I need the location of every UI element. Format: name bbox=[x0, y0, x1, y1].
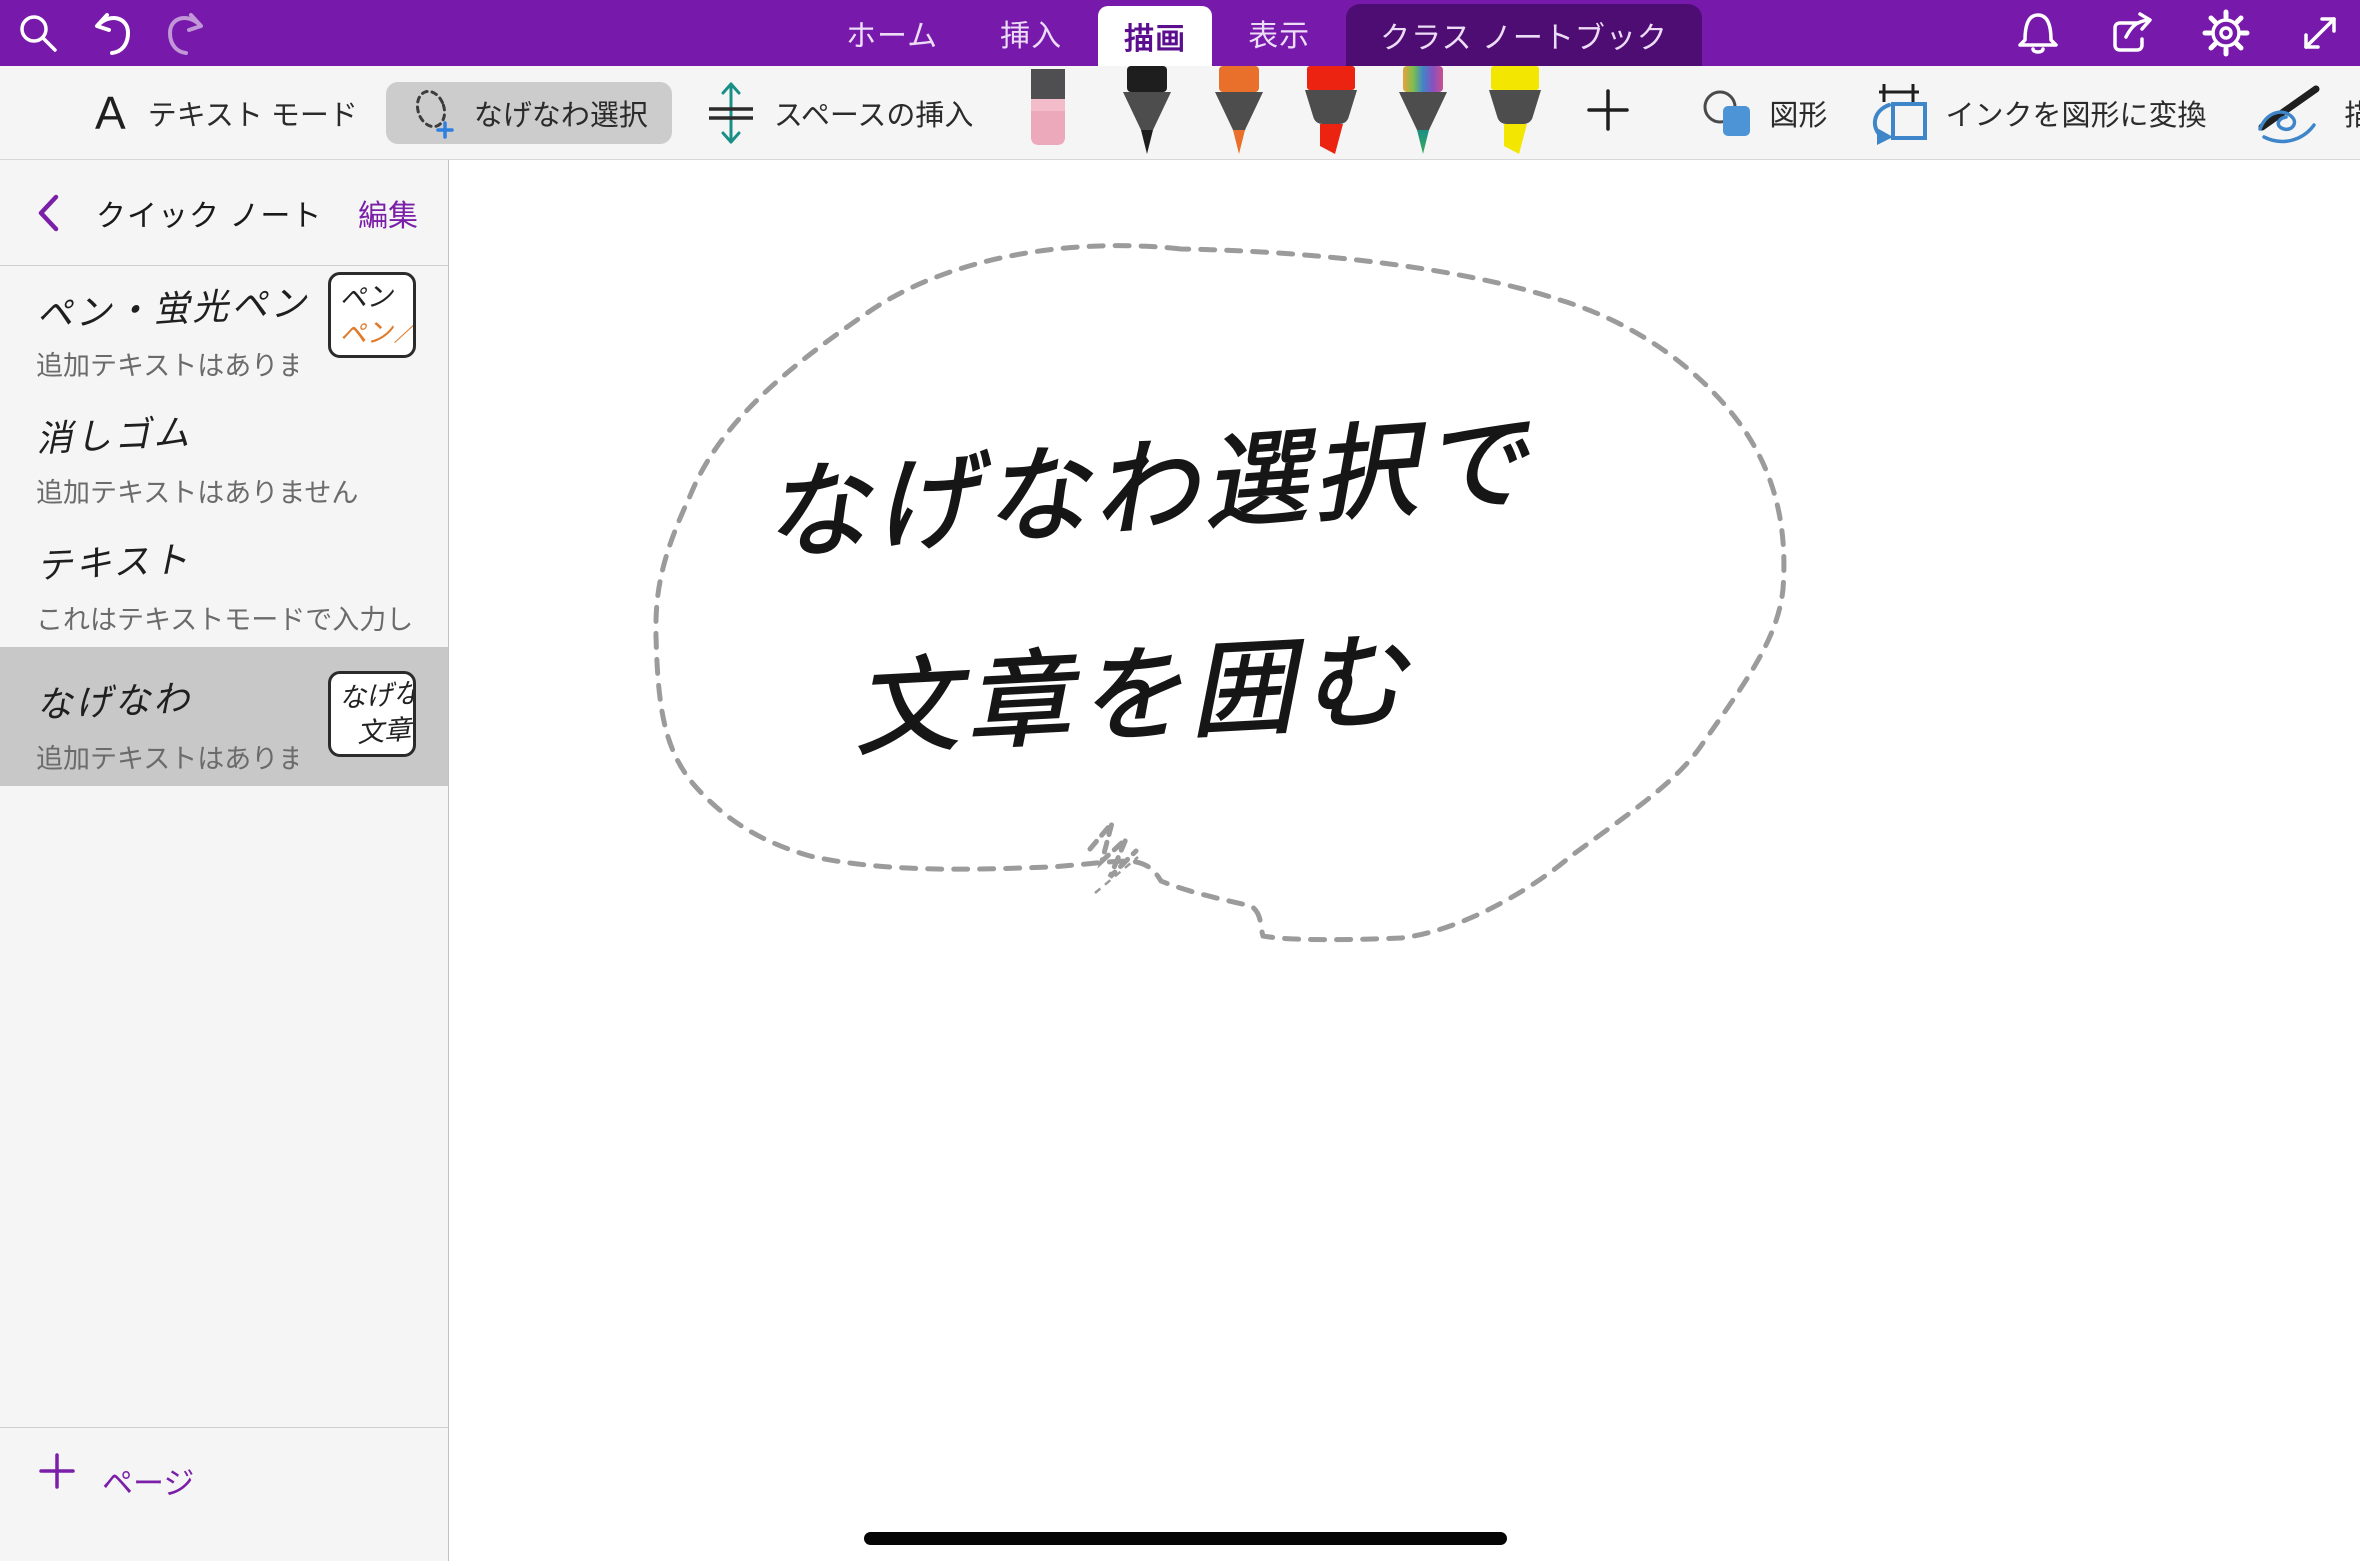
eraser-icon bbox=[1025, 69, 1071, 147]
page-subtitle: 追加テキストはありま… bbox=[36, 344, 298, 383]
black-pen-icon bbox=[1119, 66, 1175, 158]
tab-draw[interactable]: 描画 bbox=[1098, 6, 1212, 66]
page-thumbnail: ペン（ ペン／ bbox=[328, 272, 416, 358]
handwritten-ink: なげなわ選択で 文章を囲む bbox=[760, 405, 1536, 769]
sidebar-header: クイック ノート 編集 bbox=[0, 160, 448, 266]
insert-space-button[interactable]: スペースの挿入 bbox=[702, 80, 974, 146]
lasso-select-label: なげなわ選択 bbox=[474, 92, 648, 134]
notebook-section-title: クイック ノート bbox=[96, 191, 322, 235]
shapes-icon bbox=[1699, 85, 1757, 141]
edit-button[interactable]: 編集 bbox=[358, 191, 418, 235]
black-pen-button[interactable] bbox=[1119, 66, 1175, 163]
expand-icon bbox=[2297, 10, 2343, 56]
search-icon bbox=[15, 10, 61, 56]
plus-icon bbox=[38, 1452, 76, 1490]
orange-pen-icon bbox=[1211, 66, 1267, 158]
tab-class-notebook[interactable]: クラス ノートブック bbox=[1346, 4, 1702, 66]
yellow-highlighter-button[interactable] bbox=[1487, 66, 1543, 163]
add-page-button[interactable]: ページ bbox=[0, 1427, 448, 1561]
add-page-label: ページ bbox=[102, 1458, 194, 1503]
page-subtitle: これはテキストモードで入力し… bbox=[36, 598, 412, 637]
page-subtitle: 追加テキストはありま… bbox=[36, 737, 298, 776]
plus-icon bbox=[1585, 87, 1631, 133]
fullscreen-button[interactable] bbox=[2294, 7, 2346, 59]
page-title-ink: なげなわ bbox=[35, 670, 193, 729]
shapes-label: 図形 bbox=[1769, 92, 1827, 134]
text-mode-icon: A bbox=[95, 86, 126, 140]
tab-view[interactable]: 表示 bbox=[1222, 0, 1336, 66]
page-list-sidebar: クイック ノート 編集 ペン・蛍光ペン 追加テキストはありま… ペン（ ペン／ … bbox=[0, 160, 449, 1561]
title-bar: ホーム 挿入 描画 表示 クラス ノートブック bbox=[0, 0, 2360, 66]
redo-button[interactable] bbox=[160, 7, 212, 59]
yellow-highlighter-icon bbox=[1487, 66, 1543, 158]
red-highlighter-button[interactable] bbox=[1303, 66, 1359, 163]
draw-mode-icon bbox=[2246, 77, 2332, 149]
lasso-knot-squiggle bbox=[1090, 823, 1136, 877]
settings-button[interactable] bbox=[2200, 7, 2252, 59]
notifications-button[interactable] bbox=[2012, 7, 2064, 59]
undo-button[interactable] bbox=[86, 7, 138, 59]
page-thumbnail: なげなわ 文章を bbox=[328, 671, 416, 757]
text-mode-button[interactable]: A テキスト モード bbox=[95, 86, 358, 140]
ink-to-shape-button[interactable]: インクを図形に変換 bbox=[1867, 79, 2206, 147]
lasso-select-button[interactable]: なげなわ選択 bbox=[386, 82, 672, 144]
eraser-button[interactable] bbox=[1025, 69, 1071, 152]
text-mode-label: テキスト モード bbox=[148, 92, 358, 134]
drawing-canvas[interactable]: なげなわ選択で 文章を囲む bbox=[450, 161, 2360, 1561]
insert-space-icon bbox=[702, 80, 760, 146]
lasso-icon bbox=[410, 85, 458, 141]
page-item-lasso[interactable]: なげなわ 追加テキストはありま… なげなわ 文章を bbox=[0, 647, 448, 786]
back-button[interactable] bbox=[34, 193, 62, 233]
tab-insert[interactable]: 挿入 bbox=[974, 0, 1088, 66]
redo-icon bbox=[162, 9, 210, 57]
draw-ribbon: A テキスト モード なげなわ選択 スペースの挿入 bbox=[0, 66, 2360, 160]
draw-mode-label: 描画モード bbox=[2344, 92, 2360, 134]
insert-space-label: スペースの挿入 bbox=[774, 92, 974, 134]
bell-icon bbox=[2015, 8, 2061, 58]
ink-to-shape-label: インクを図形に変換 bbox=[1945, 92, 2206, 134]
ink-to-shape-icon bbox=[1867, 79, 1933, 147]
share-button[interactable] bbox=[2106, 7, 2158, 59]
search-button[interactable] bbox=[12, 7, 64, 59]
gear-icon bbox=[2201, 8, 2251, 58]
ink-line-1: なげなわ選択で bbox=[760, 405, 1536, 574]
lasso-selection-outline bbox=[656, 246, 1784, 940]
orange-pen-button[interactable] bbox=[1211, 66, 1267, 163]
page-item-text[interactable]: テキスト これはテキストモードで入力し… bbox=[0, 520, 448, 647]
share-icon bbox=[2108, 9, 2156, 57]
add-pen-button[interactable] bbox=[1585, 87, 1631, 138]
home-indicator[interactable] bbox=[864, 1532, 1507, 1545]
page-title-ink: テキスト bbox=[35, 531, 192, 590]
ribbon-tabs: ホーム 挿入 描画 表示 クラス ノートブック bbox=[820, 0, 1702, 66]
rainbow-pen-icon bbox=[1395, 66, 1451, 158]
page-item-pen-highlighter[interactable]: ペン・蛍光ペン 追加テキストはありま… ペン（ ペン／ bbox=[0, 266, 448, 393]
ink-layer: なげなわ選択で 文章を囲む bbox=[450, 161, 2360, 1561]
ink-line-2: 文章を囲む bbox=[851, 624, 1416, 769]
tab-home[interactable]: ホーム bbox=[820, 0, 964, 66]
page-title-ink: ペン・蛍光ペン bbox=[35, 274, 310, 338]
undo-icon bbox=[88, 9, 136, 57]
page-item-eraser[interactable]: 消しゴム 追加テキストはありません bbox=[0, 393, 448, 520]
red-highlighter-icon bbox=[1303, 66, 1359, 158]
draw-mode-button[interactable]: 描画モード bbox=[2246, 77, 2360, 149]
rainbow-pen-button[interactable] bbox=[1395, 66, 1451, 163]
page-title-ink: 消しゴム bbox=[35, 404, 193, 463]
page-subtitle: 追加テキストはありません bbox=[36, 471, 412, 510]
shapes-button[interactable]: 図形 bbox=[1699, 85, 1827, 141]
